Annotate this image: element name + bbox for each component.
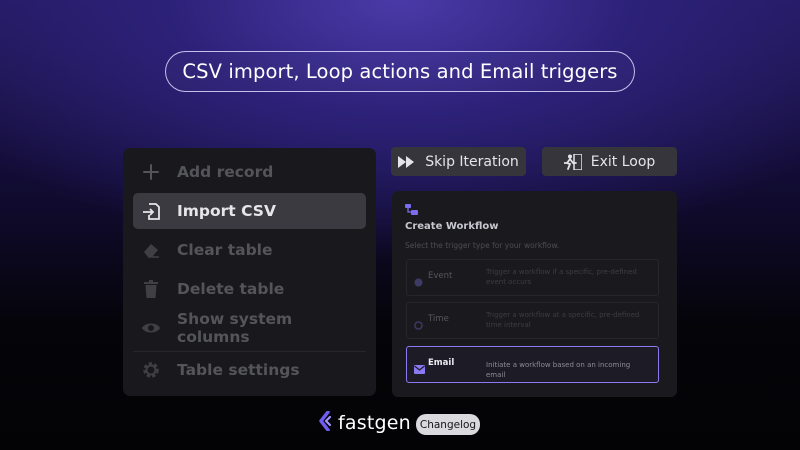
clock-icon [414, 315, 423, 334]
brand-name: fastgen [338, 412, 411, 434]
plus-icon [141, 162, 161, 182]
menu-item-label: Import CSV [177, 202, 276, 220]
trash-icon [141, 279, 161, 299]
eraser-icon [141, 240, 161, 260]
fastgen-logo-icon [318, 410, 332, 435]
headline-pill: CSV import, Loop actions and Email trigg… [165, 51, 635, 92]
trigger-option-time[interactable]: Time Trigger a workflow at a specific, p… [406, 302, 659, 339]
exit-loop-label: Exit Loop [590, 153, 656, 170]
menu-item-label: Delete table [177, 280, 285, 298]
workflow-subtitle: Select the trigger type for your workflo… [405, 241, 560, 250]
import-icon [141, 201, 161, 221]
skip-iteration-label: Skip Iteration [425, 153, 519, 170]
table-actions-menu: Add record Import CSV Clear table Delete… [123, 148, 376, 396]
mail-icon [414, 359, 425, 378]
gear-icon [141, 360, 161, 380]
menu-item-import-csv[interactable]: Import CSV [133, 193, 366, 229]
headline-text: CSV import, Loop actions and Email trigg… [182, 60, 618, 83]
menu-item-table-settings[interactable]: Table settings [133, 352, 366, 388]
trigger-option-label: Email [428, 358, 455, 368]
fastgen-brand: fastgen [318, 410, 411, 435]
trigger-option-description: Initiate a workflow based on an incoming… [486, 361, 631, 379]
trigger-option-email[interactable]: Email Initiate a workflow based on an in… [406, 346, 659, 383]
menu-item-delete-table[interactable]: Delete table [133, 271, 366, 307]
eye-icon [141, 318, 161, 338]
exit-loop-button[interactable]: Exit Loop [542, 147, 677, 176]
skip-iteration-button[interactable]: Skip Iteration [391, 147, 526, 176]
changelog-label: Changelog [419, 418, 477, 431]
trigger-option-description: Trigger a workflow at a specific, pre-de… [486, 311, 640, 329]
trigger-option-description: Trigger a workflow if a specific, pre-de… [486, 268, 637, 286]
trigger-option-label: Time [428, 314, 449, 324]
menu-item-show-system-columns[interactable]: Show system columns [133, 310, 366, 346]
menu-item-label: Table settings [177, 361, 300, 379]
trigger-option-label: Event [428, 271, 453, 281]
menu-item-label: Add record [177, 163, 274, 181]
menu-item-add-record[interactable]: Add record [133, 154, 366, 190]
menu-item-label: Clear table [177, 241, 273, 259]
event-icon [414, 272, 423, 291]
changelog-badge: Changelog [416, 414, 480, 435]
trigger-option-event[interactable]: Event Trigger a workflow if a specific, … [406, 259, 659, 296]
menu-item-label: Show system columns [177, 310, 293, 346]
create-workflow-panel: Create Workflow Select the trigger type … [392, 191, 677, 397]
workflow-title: Create Workflow [405, 221, 499, 232]
menu-item-clear-table[interactable]: Clear table [133, 232, 366, 268]
fast-forward-icon [398, 155, 416, 168]
workflow-icon [405, 200, 418, 219]
exit-running-icon [563, 153, 582, 170]
